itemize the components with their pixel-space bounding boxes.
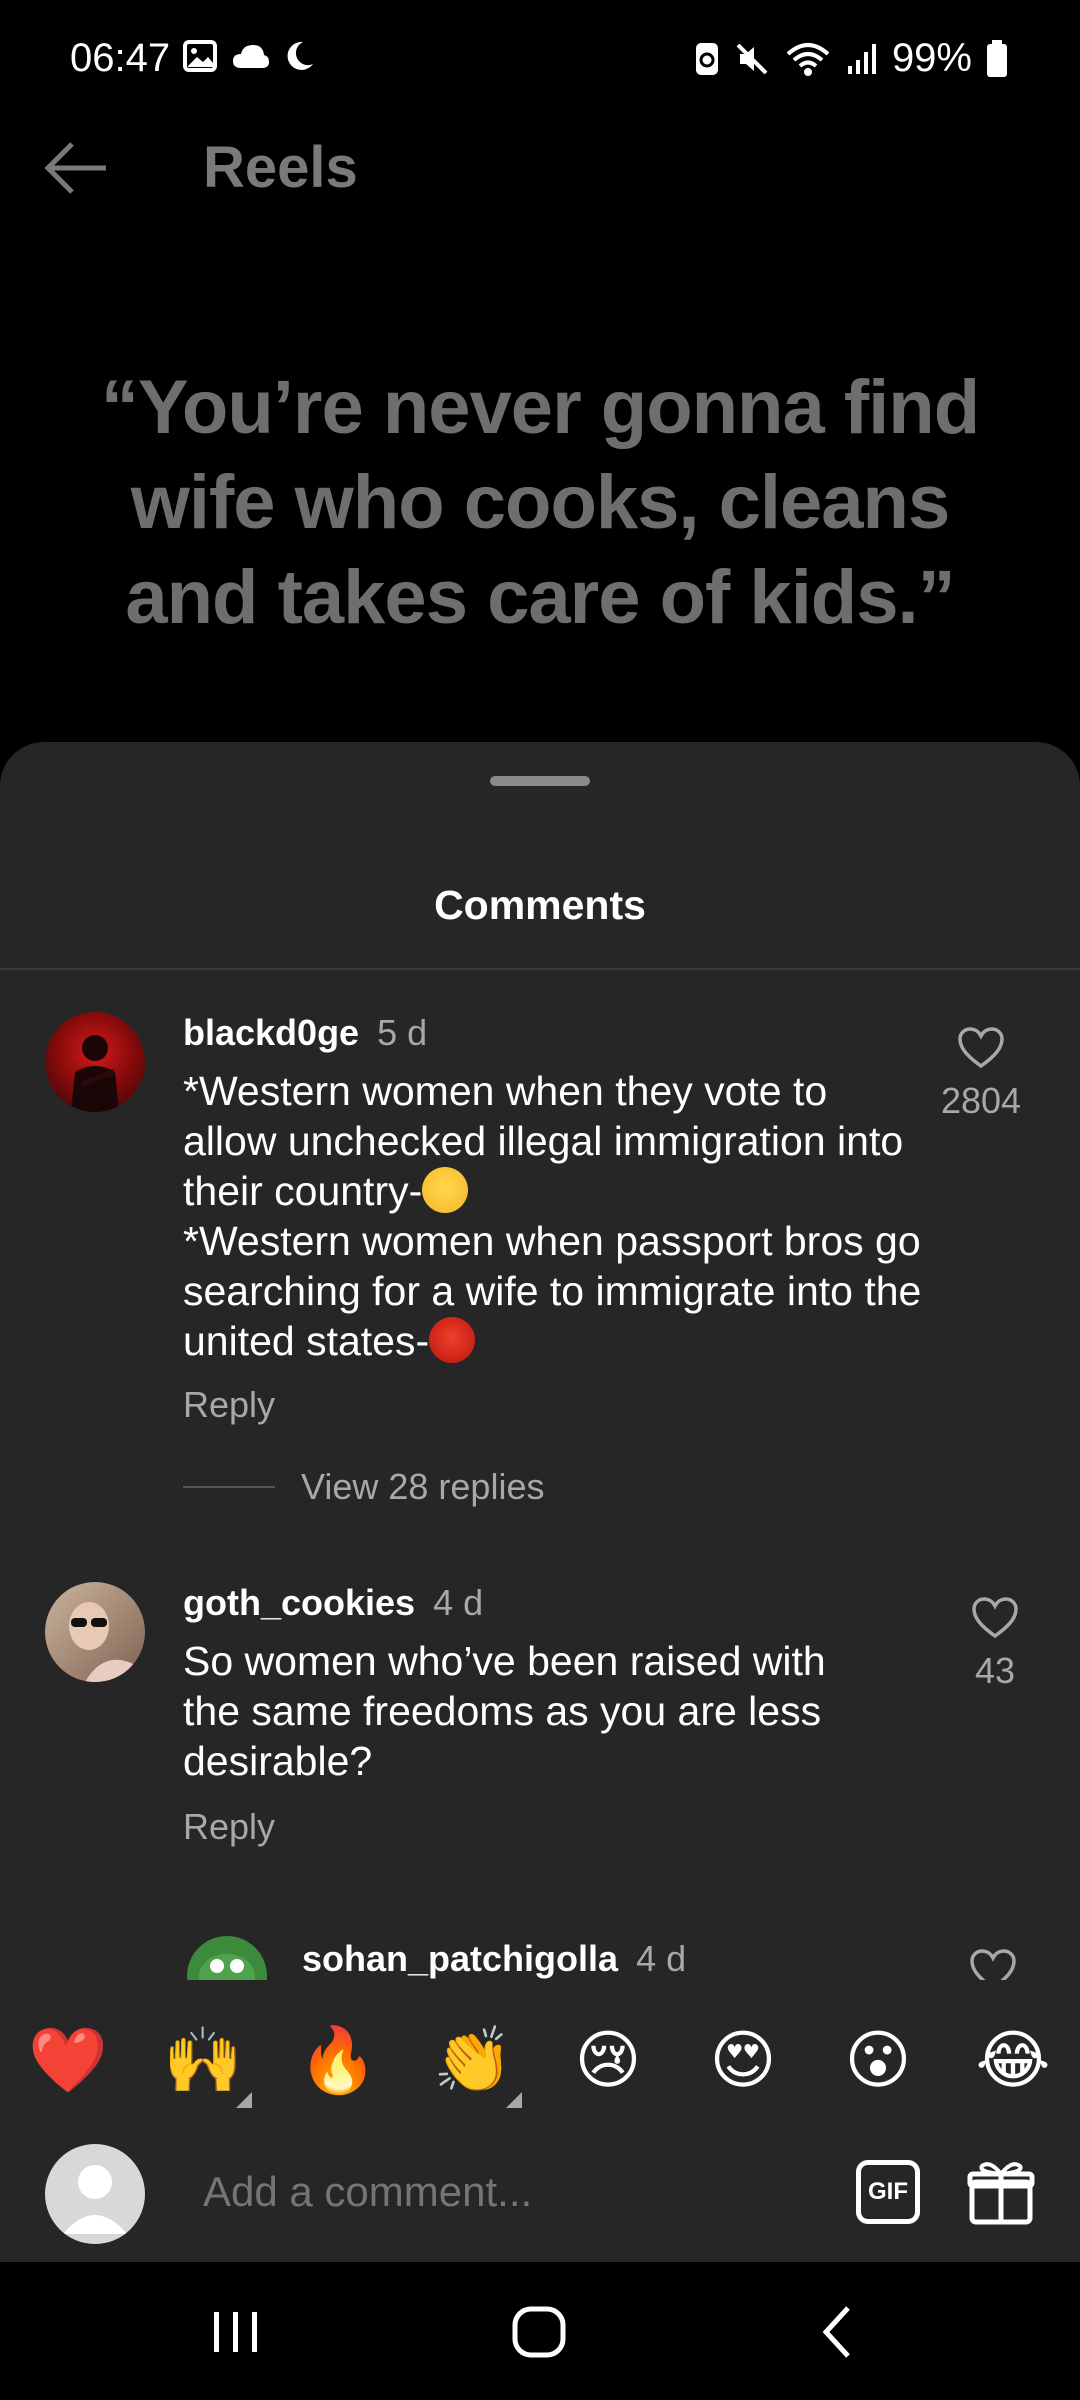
- emoji-crying-face[interactable]: 😢: [568, 2020, 648, 2100]
- like-count: 43: [974, 1650, 1016, 1691]
- comment-username[interactable]: goth_cookies: [183, 1582, 415, 1624]
- comment-username[interactable]: blackd0ge: [183, 1012, 359, 1054]
- avatar[interactable]: [45, 1012, 145, 1112]
- home-icon[interactable]: [500, 2292, 580, 2372]
- status-right: 99%: [694, 36, 1008, 81]
- comment-text: *Western women when they vote to allow u…: [183, 1066, 923, 1366]
- comment-header: goth_cookies 4 d: [183, 1582, 483, 1624]
- divider: [0, 968, 1080, 970]
- emoji-heart-eyes[interactable]: 😍: [703, 2020, 783, 2100]
- person-photo-icon: [69, 1602, 145, 1682]
- emoji-heart[interactable]: ❤️: [28, 2020, 108, 2100]
- moon-icon: [287, 41, 313, 70]
- system-nav-bar: [0, 2262, 1080, 2400]
- status-left-icons: [183, 40, 315, 72]
- soldier-silhouette-icon: [71, 1035, 119, 1112]
- back-arrow-icon[interactable]: [42, 138, 112, 198]
- smiling-face-emoji: [422, 1167, 469, 1213]
- sheet-drag-handle[interactable]: [490, 776, 590, 786]
- recent-apps-icon[interactable]: [196, 2292, 276, 2372]
- battery-icon: [987, 39, 1007, 77]
- reply-button[interactable]: Reply: [183, 1806, 275, 1848]
- emoji-fire[interactable]: 🔥: [298, 2020, 378, 2100]
- comment-time: 4 d: [636, 1938, 687, 1979]
- quick-emoji-bar: ❤️ 🙌 🔥 👏 😢 😍 😮 😂: [0, 2000, 1080, 2120]
- wifi-icon: [786, 42, 830, 76]
- comment-time: 4 d: [433, 1582, 484, 1623]
- page-title: Reels: [203, 135, 358, 200]
- status-time: 06:47: [70, 36, 171, 80]
- reel-quote-text: “You’re never gonna find wife who cooks,…: [100, 365, 980, 640]
- view-replies-button[interactable]: View 28 replies: [183, 1466, 544, 1508]
- like-button[interactable]: 2804: [921, 1026, 1041, 1122]
- avatar: [45, 2144, 145, 2244]
- comment-header: blackd0ge 5 d: [183, 1012, 427, 1054]
- battery-percent: 99%: [891, 36, 972, 80]
- comments-title: Comments: [434, 882, 646, 928]
- comment-text: So women who’ve been raised with the sam…: [183, 1638, 826, 1784]
- default-user-icon: [63, 2165, 127, 2234]
- signal-icon: [847, 43, 876, 74]
- emoji-raised-hands[interactable]: 🙌: [163, 2020, 243, 2100]
- comment-username[interactable]: sohan_patchigolla: [302, 1938, 618, 1980]
- screen: 06:47 99% Reels “You’re never gonna find…: [0, 0, 1080, 2400]
- heart-icon: [958, 1027, 1004, 1069]
- comment-input-bar: GIF: [0, 2120, 1080, 2262]
- emoji-tears-of-joy[interactable]: 😂: [973, 2020, 1053, 2100]
- like-button[interactable]: 43: [935, 1596, 1055, 1692]
- reply-button[interactable]: Reply: [183, 1384, 275, 1426]
- status-bar: 06:47 99%: [0, 0, 1080, 120]
- cloud-icon: [233, 45, 269, 68]
- cursing-face-emoji: [429, 1317, 476, 1363]
- view-replies-label: View 28 replies: [301, 1466, 545, 1507]
- screenshot-icon: [695, 42, 718, 75]
- comment-line: *Western women when they vote to allow u…: [183, 1068, 904, 1214]
- avatar[interactable]: [45, 1582, 145, 1682]
- skin-tone-indicator-icon: [236, 2092, 252, 2108]
- comment-input[interactable]: [203, 2168, 803, 2216]
- emoji-surprised-face[interactable]: 😮: [838, 2020, 918, 2100]
- comment-line: *Western women when passport bros go sea…: [183, 1218, 922, 1364]
- heart-icon: [972, 1597, 1018, 1639]
- emoji-clapping-hands[interactable]: 👏: [433, 2020, 513, 2100]
- comment-header: sohan_patchigolla 4 d: [302, 1938, 686, 1980]
- gif-button[interactable]: GIF: [856, 2160, 920, 2224]
- gallery-icon: [183, 40, 217, 72]
- top-bar: Reels: [0, 120, 1080, 220]
- divider: [183, 1486, 275, 1488]
- like-count: 2804: [940, 1080, 1022, 1121]
- gift-icon[interactable]: [966, 2156, 1036, 2226]
- skin-tone-indicator-icon: [506, 2092, 522, 2108]
- back-icon[interactable]: [800, 2292, 880, 2372]
- comment-time: 5 d: [377, 1012, 428, 1053]
- mute-icon: [736, 43, 768, 74]
